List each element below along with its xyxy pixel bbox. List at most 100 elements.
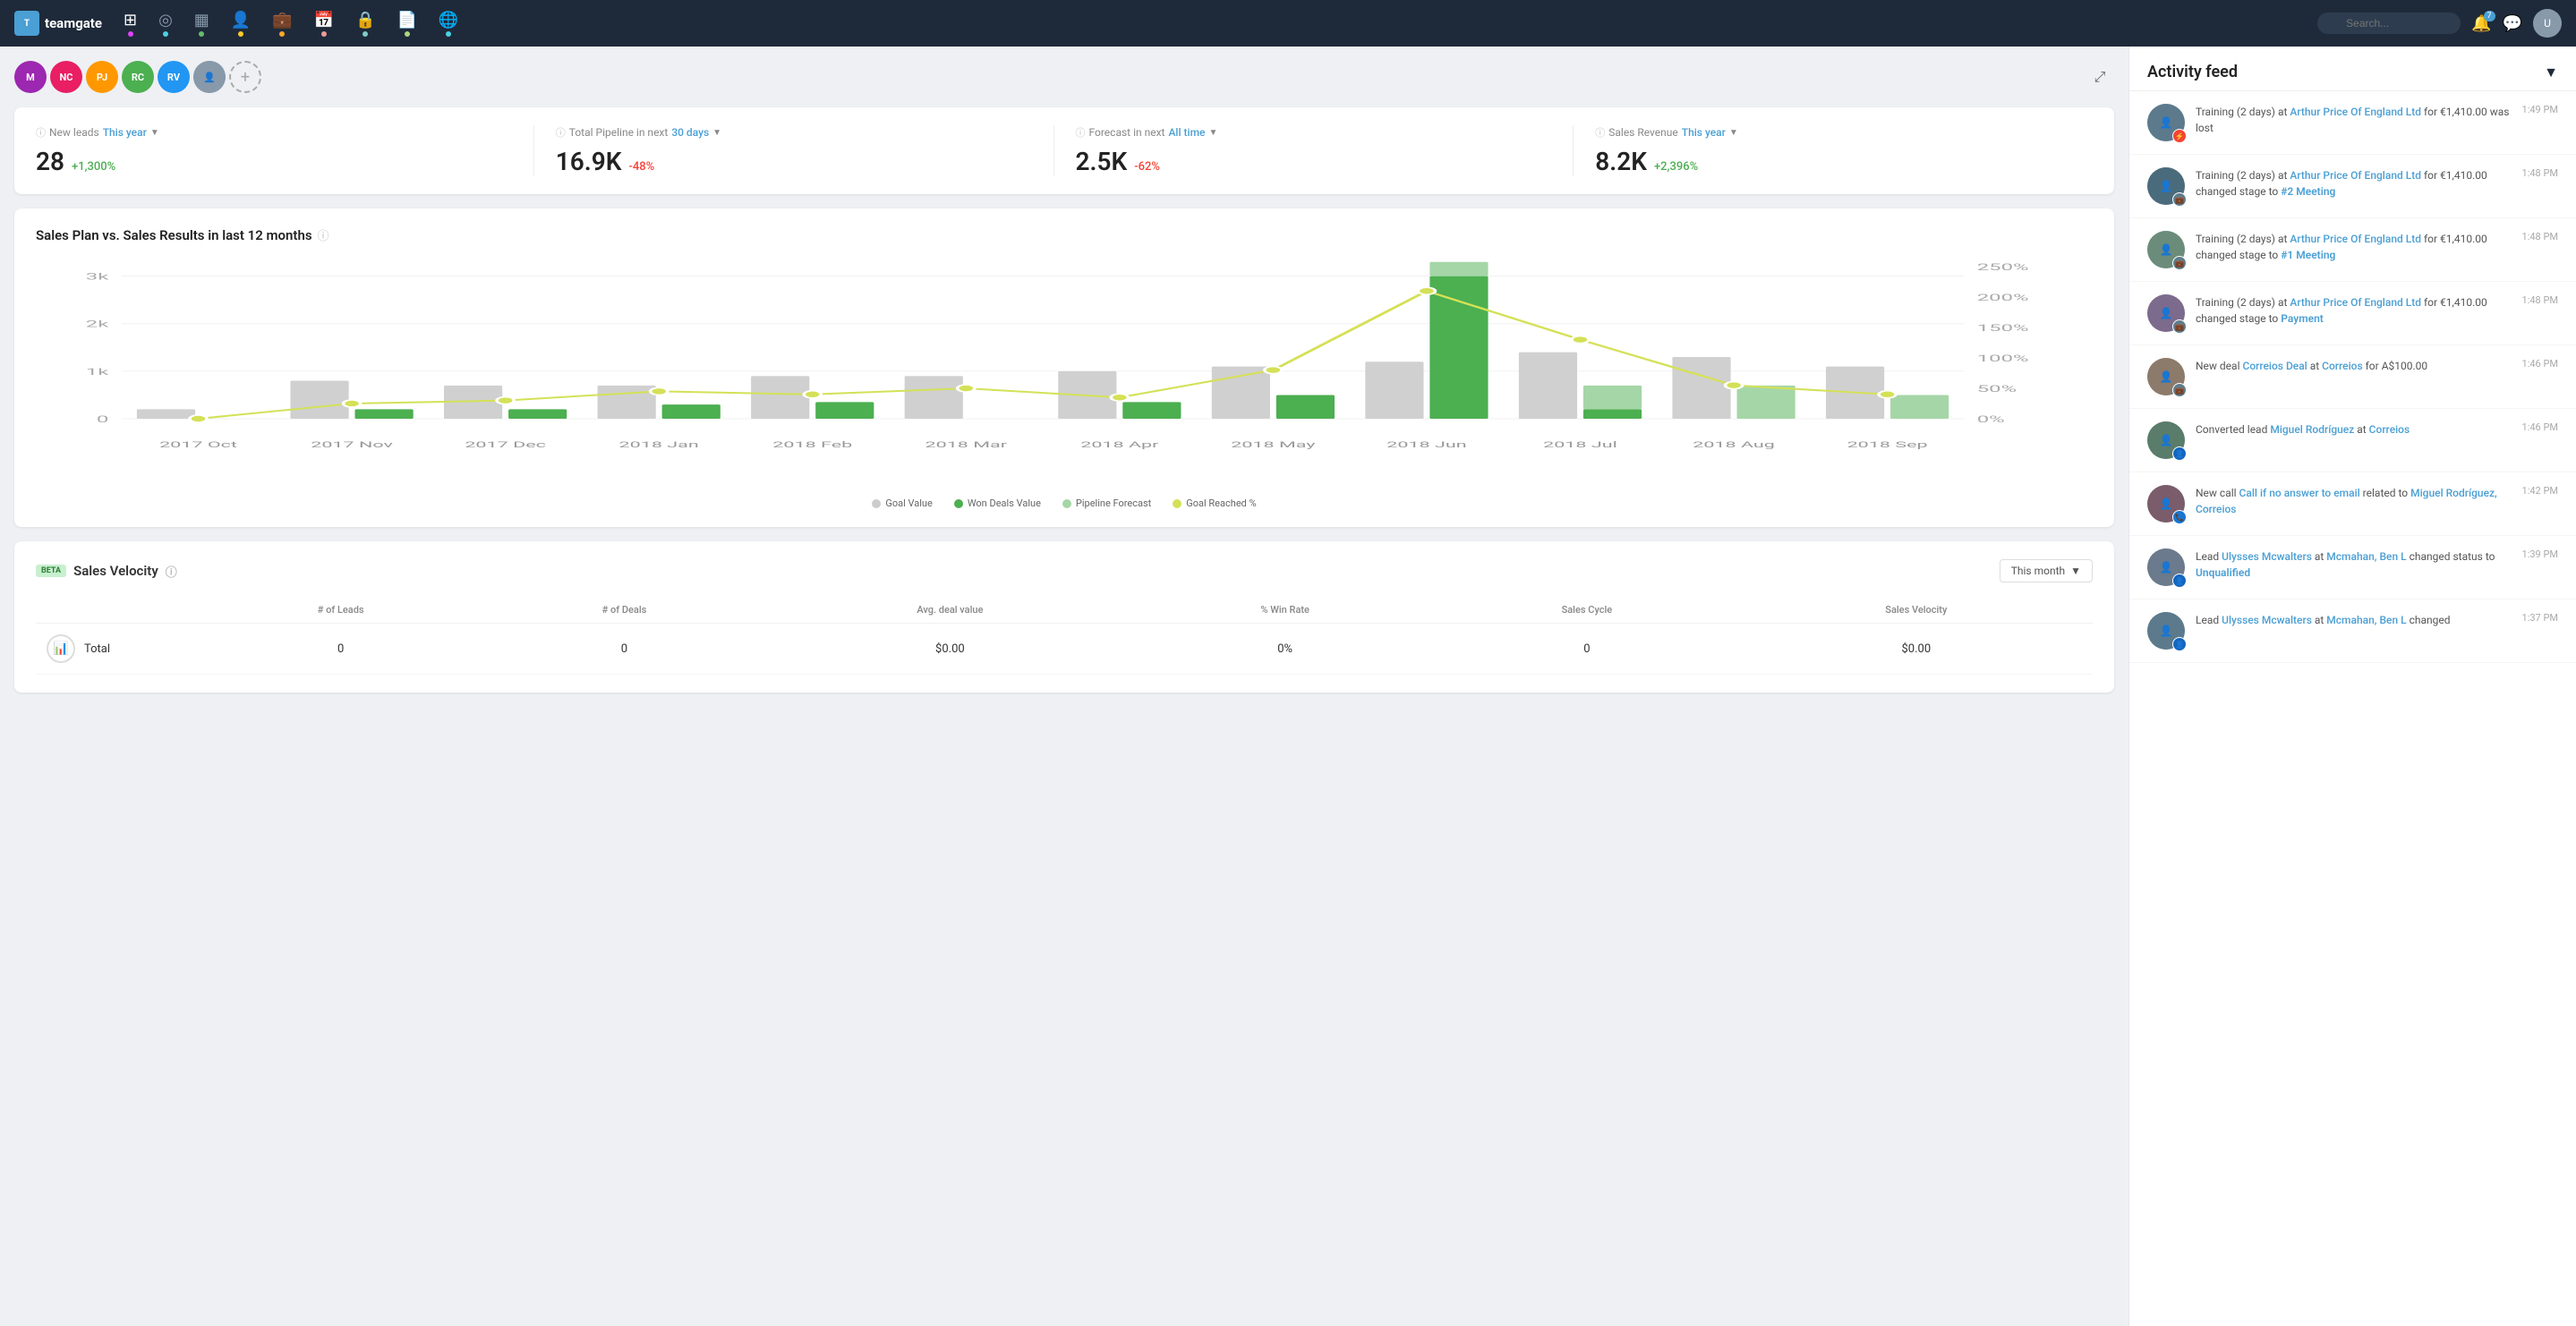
activity-text-6: New call Call if no answer to email rela… (2196, 485, 2515, 517)
kpi-label-text-2: Forecast in next (1089, 126, 1165, 139)
kpi-period-1[interactable]: 30 days (671, 126, 709, 139)
activity-link-bold[interactable]: Unqualified (2196, 566, 2250, 579)
activity-type-badge-2: 💼 (2172, 256, 2187, 270)
activity-text-content: Training (2 days) at (2196, 169, 2290, 182)
activity-link[interactable]: Ulysses Mcwalters (2222, 614, 2312, 626)
activity-time-7: 1:39 PM (2522, 548, 2558, 560)
kpi-change-2: -62% (1134, 160, 1160, 174)
activity-item-3: 👤 💼 Training (2 days) at Arthur Price Of… (2129, 282, 2576, 345)
activity-type-badge-1: 💼 (2172, 192, 2187, 207)
activity-link[interactable]: Correios (2322, 360, 2363, 372)
notifications-button[interactable]: 🔔 7 (2471, 14, 2491, 33)
logo-text: teamgate (45, 15, 102, 31)
chart-title: Sales Plan vs. Sales Results in last 12 … (36, 226, 2093, 243)
activity-link[interactable]: Arthur Price Of England Ltd (2290, 233, 2421, 245)
activity-link[interactable]: Correios Deal (2242, 360, 2307, 372)
activity-link[interactable]: Arthur Price Of England Ltd (2290, 169, 2421, 182)
add-avatar-button[interactable]: + (229, 61, 261, 93)
kpi-label-0: ⓘ New leads This year ▼ (36, 125, 512, 140)
activity-text-content: changed status to (2407, 550, 2495, 563)
filter-icon[interactable]: ▼ (2544, 64, 2558, 81)
legend-dot (1173, 499, 1181, 508)
kpi-number-2: 2.5K (1076, 147, 1128, 176)
activity-body-0: Training (2 days) at Arthur Price Of Eng… (2196, 104, 2558, 136)
avatar-RC[interactable]: RC (122, 61, 154, 93)
avatar-photo[interactable]: 👤 (193, 61, 226, 93)
svg-text:100%: 100% (1977, 353, 2029, 363)
kpi-label-text-3: Sales Revenue (1608, 126, 1678, 139)
avatar-NC[interactable]: NC (50, 61, 82, 93)
activity-time-5: 1:46 PM (2522, 421, 2558, 433)
kpi-label-3: ⓘ Sales Revenue This year ▼ (1595, 125, 2071, 140)
activity-type-badge-0: ⚡ (2172, 129, 2187, 143)
activity-link[interactable]: Correios (2369, 423, 2410, 436)
messages-button[interactable]: 💬 (2503, 14, 2522, 33)
nav-item-dashboard[interactable]: ⊞ (124, 11, 137, 37)
activity-link[interactable]: Arthur Price Of England Ltd (2290, 106, 2421, 118)
nav-right: 🔔 7 💬 U (2317, 9, 2562, 38)
svg-text:0: 0 (97, 414, 108, 424)
reports-dot (199, 31, 204, 37)
legend-item-won-deals-value: Won Deals Value (954, 497, 1041, 509)
col-header-sales-velocity: Sales Velocity (1740, 597, 2093, 624)
kpi-info-icon-1: ⓘ (556, 125, 566, 140)
expand-button[interactable]: ⤢ (2086, 63, 2114, 91)
activity-time-2: 1:48 PM (2522, 231, 2558, 242)
activity-link[interactable]: Mcmahan, Ben L (2326, 614, 2406, 626)
activity-avatar-1: 👤 💼 (2147, 167, 2185, 205)
activity-link[interactable]: Miguel Rodríguez (2270, 423, 2354, 436)
activity-link[interactable]: Call if no answer to email (2239, 487, 2360, 499)
activity-body-3: Training (2 days) at Arthur Price Of Eng… (2196, 294, 2558, 327)
avatar-RV[interactable]: RV (158, 61, 190, 93)
nav-item-targets[interactable]: ◎ (158, 11, 173, 37)
activity-avatar-0: 👤 ⚡ (2147, 104, 2185, 141)
activity-panel: Activity feed ▼ 👤 ⚡ Training (2 days) at… (2128, 47, 2576, 1326)
activity-list: 👤 ⚡ Training (2 days) at Arthur Price Of… (2129, 91, 2576, 1326)
nav-item-contacts[interactable]: 👤 (231, 11, 251, 37)
nav-item-security[interactable]: 🔒 (355, 11, 375, 37)
activity-link-bold[interactable]: Payment (2281, 312, 2324, 325)
kpi-period-2[interactable]: All time (1168, 126, 1205, 139)
activity-text-content: changed (2407, 614, 2451, 626)
activity-type-badge-8: 👤 (2172, 637, 2187, 651)
logo[interactable]: T teamgate (14, 11, 102, 36)
kpi-value-1: 16.9K -48% (556, 147, 1032, 176)
activity-link[interactable]: Mcmahan, Ben L (2326, 550, 2406, 563)
activity-text-content: Lead (2196, 614, 2222, 626)
activity-item-1: 👤 💼 Training (2 days) at Arthur Price Of… (2129, 155, 2576, 218)
nav-item-documents[interactable]: 📄 (397, 11, 417, 37)
activity-type-badge-7: 👤 (2172, 574, 2187, 588)
activity-row-3: Training (2 days) at Arthur Price Of Eng… (2196, 294, 2558, 327)
avatar-PJ[interactable]: PJ (86, 61, 118, 93)
activity-avatar-4: 👤 💼 (2147, 358, 2185, 395)
activity-link-bold[interactable]: #1 Meeting (2281, 249, 2335, 261)
activity-row-8: Lead Ulysses Mcwalters at Mcmahan, Ben L… (2196, 612, 2558, 628)
velocity-leads-0: 0 (197, 624, 484, 675)
activity-link-bold[interactable]: #2 Meeting (2281, 185, 2335, 198)
activity-row-5: Converted lead Miguel Rodríguez at Corre… (2196, 421, 2558, 438)
avatar-M[interactable]: M (14, 61, 47, 93)
activity-text-content: at (2312, 550, 2326, 563)
activity-link[interactable]: Arthur Price Of England Ltd (2290, 296, 2421, 309)
legend-label: Goal Reached % (1186, 497, 1256, 509)
kpi-period-3[interactable]: This year (1682, 126, 1726, 139)
svg-text:2018 Apr: 2018 Apr (1080, 440, 1159, 449)
activity-avatar-8: 👤 👤 (2147, 612, 2185, 650)
activity-link[interactable]: Ulysses Mcwalters (2222, 550, 2312, 563)
activity-text-content: at (2354, 423, 2368, 436)
nav-icons: ⊞ ◎ ▦ 👤 💼 📅 🔒 📄 🌐 (124, 11, 2317, 37)
activity-text-5: Converted lead Miguel Rodríguez at Corre… (2196, 421, 2410, 438)
kpi-period-0[interactable]: This year (103, 126, 147, 139)
activity-text-content: Training (2 days) at (2196, 106, 2290, 118)
nav-item-deals[interactable]: 💼 (272, 11, 292, 37)
user-avatar[interactable]: U (2533, 9, 2562, 38)
nav-item-calendar[interactable]: 📅 (314, 11, 334, 37)
nav-item-global[interactable]: 🌐 (439, 11, 458, 37)
search-input[interactable] (2317, 13, 2461, 34)
kpi-change-0: +1,300% (72, 160, 115, 174)
period-select[interactable]: This month ▼ (2000, 559, 2093, 582)
svg-text:2017 Nov: 2017 Nov (311, 440, 393, 449)
nav-item-reports[interactable]: ▦ (194, 11, 209, 37)
activity-time-3: 1:48 PM (2522, 294, 2558, 306)
activity-avatar-3: 👤 💼 (2147, 294, 2185, 332)
